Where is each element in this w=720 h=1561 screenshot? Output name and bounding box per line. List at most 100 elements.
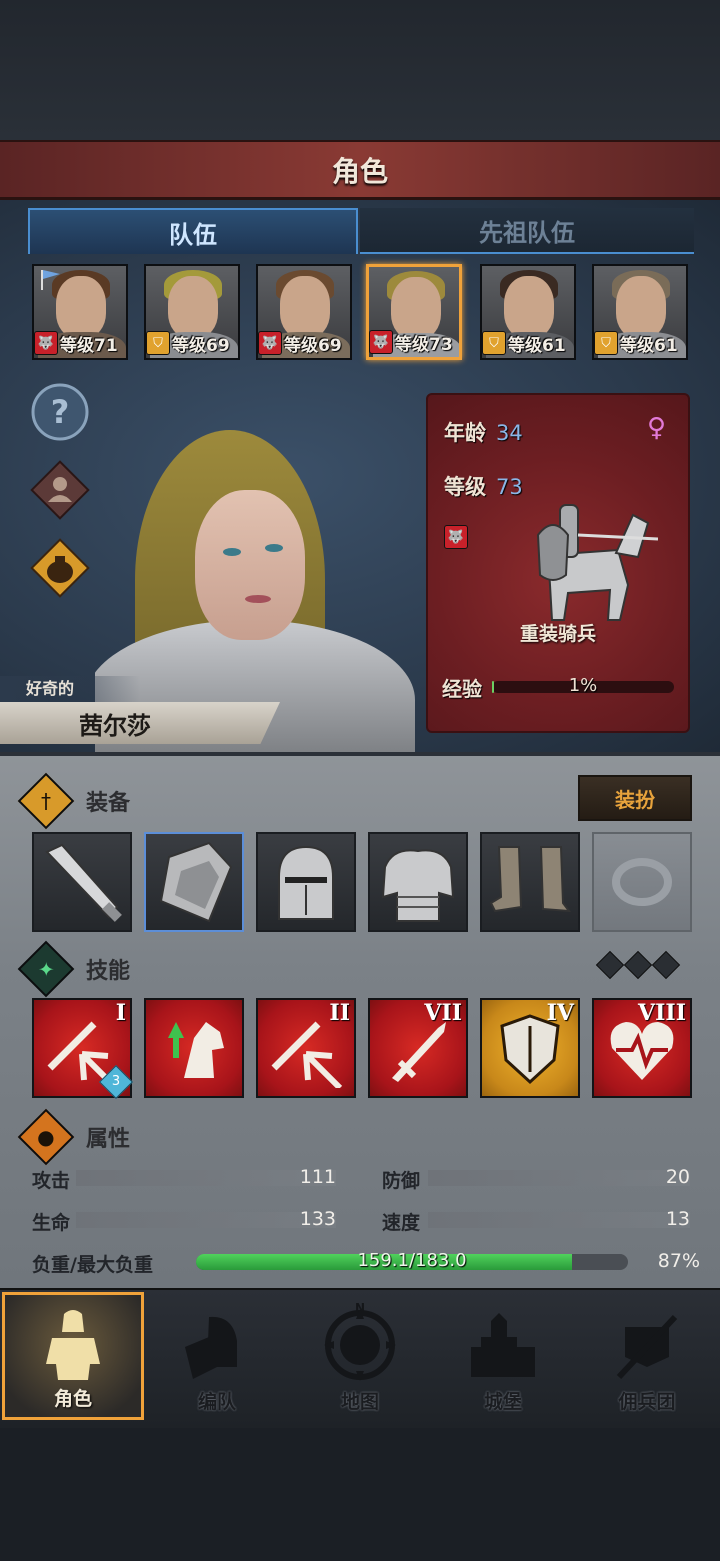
- help-button[interactable]: ?: [30, 382, 90, 442]
- skill-point-diamond: [651, 950, 681, 980]
- character-name: 茜尔莎: [79, 711, 151, 740]
- skill-slot-4[interactable]: VII: [368, 998, 468, 1098]
- dress-up-button[interactable]: 装扮: [578, 775, 692, 821]
- appearance-button[interactable]: [30, 460, 90, 520]
- person-diamond-icon: [30, 460, 90, 520]
- title-banner: 角色: [0, 140, 720, 200]
- equipment-slot-helmet[interactable]: [256, 832, 356, 932]
- age-value: 34: [496, 421, 523, 445]
- bottom-blank-area: [0, 1428, 720, 1561]
- banner-sword-icon: [616, 1314, 678, 1380]
- skills-header: ✦ 技能: [17, 940, 384, 998]
- load-value: 159.1/183.0: [357, 1250, 467, 1271]
- nav-castle[interactable]: 城堡: [432, 1292, 574, 1420]
- equipment-title: 装备: [86, 791, 131, 816]
- unit-type-label: 重装骑兵: [519, 623, 596, 645]
- equipment-slot-ring[interactable]: [592, 832, 692, 932]
- skill-sub-badge: 3: [99, 1065, 133, 1099]
- heavy-cavalry-icon: [536, 504, 658, 621]
- skill-slot-2[interactable]: [144, 998, 244, 1098]
- skill-slot-6[interactable]: VIII: [592, 998, 692, 1098]
- defense-label: 防御: [382, 1170, 421, 1192]
- speed-value: 13: [665, 1208, 690, 1230]
- level-text: 等级73: [395, 334, 453, 355]
- compass-map-icon: [324, 1309, 396, 1381]
- character-info-card: 年龄 34 ♀ 等级 73 🐺 重装骑兵 经验 1%: [426, 393, 690, 733]
- skill-point-diamond: [595, 950, 625, 980]
- horse-up-icon: [168, 1022, 224, 1078]
- nav-label: 城堡: [483, 1391, 522, 1413]
- helmet-shield-icon: [185, 1316, 237, 1379]
- level-text: 等级61: [508, 335, 566, 356]
- skill-rank: IV: [546, 1000, 574, 1026]
- skill-slot-3[interactable]: II: [256, 998, 356, 1098]
- shield-badge-icon: ⛉: [594, 331, 618, 355]
- party-member-5[interactable]: ⛉ 等级61: [480, 264, 576, 360]
- exp-label: 经验: [442, 677, 482, 701]
- dagger-icon: †: [17, 772, 75, 830]
- compass-n: N: [355, 1301, 366, 1315]
- nav-mercenary[interactable]: 佣兵团: [576, 1292, 718, 1420]
- skill-sub-count: 3: [111, 1074, 121, 1089]
- load-label: 负重/最大负重: [32, 1254, 153, 1276]
- flag-icon: [41, 270, 60, 290]
- nav-label: 角色: [53, 1388, 92, 1410]
- inventory-button[interactable]: [30, 538, 90, 598]
- attributes-header: ● 属性: [17, 1108, 384, 1166]
- equipment-slot-boots[interactable]: [480, 832, 580, 932]
- exp-value: 1%: [568, 675, 598, 696]
- skill-points-indicator: [595, 950, 681, 980]
- level-text: 等级71: [60, 335, 118, 356]
- age-label: 年龄: [444, 421, 486, 445]
- hp-label: 生命: [32, 1212, 71, 1234]
- star-icon: ✦: [17, 940, 75, 998]
- tab-ancestor-team[interactable]: 先祖队伍: [360, 208, 694, 254]
- defense-value: 20: [665, 1166, 690, 1188]
- plate-armor-icon: [381, 849, 455, 922]
- speed-label: 速度: [382, 1212, 421, 1234]
- shield-badge-icon: ⛉: [146, 331, 170, 355]
- skill-rank: I: [115, 1000, 126, 1026]
- nav-formation[interactable]: 编队: [146, 1292, 288, 1420]
- party-member-3[interactable]: 🐺 等级69: [256, 264, 352, 360]
- boots-icon: [489, 846, 572, 913]
- party-member-4[interactable]: 🐺 等级73: [366, 264, 462, 360]
- attack-label: 攻击: [32, 1170, 71, 1192]
- attack-value: 111: [299, 1166, 336, 1188]
- skill-slot-5[interactable]: IV: [480, 998, 580, 1098]
- level-text: 等级61: [620, 335, 678, 356]
- level-label: 等级: [444, 475, 486, 499]
- level-text: 等级69: [284, 335, 342, 356]
- equipment-slot-shield[interactable]: [144, 832, 244, 932]
- shield-badge-icon: ⛉: [482, 331, 506, 355]
- nav-character[interactable]: 角色: [2, 1292, 144, 1420]
- skill-rank: II: [329, 1000, 350, 1026]
- party-member-2[interactable]: ⛉ 等级69: [144, 264, 240, 360]
- nav-map[interactable]: N 地图: [289, 1292, 431, 1420]
- top-blank-area: [0, 0, 720, 140]
- female-icon: ♀: [646, 413, 666, 443]
- ring-icon: [612, 858, 672, 906]
- hp-value: 133: [299, 1208, 336, 1230]
- attributes-title: 属性: [86, 1127, 131, 1152]
- skill-rank: VII: [424, 1000, 462, 1026]
- equipment-slot-weapon[interactable]: [32, 832, 132, 932]
- level-text: 等级69: [172, 335, 230, 356]
- page-title: 角色: [331, 154, 388, 188]
- party-member-1[interactable]: 🐺 等级71: [32, 264, 128, 360]
- wolf-badge-icon: 🐺: [34, 331, 58, 355]
- wolf-badge-icon: 🐺: [444, 525, 468, 549]
- skill-rank: VIII: [638, 1000, 686, 1026]
- nav-label: 编队: [197, 1391, 236, 1413]
- tab-team[interactable]: 队伍: [28, 208, 358, 254]
- wolf-badge-icon: 🐺: [258, 331, 282, 355]
- castle-icon: [471, 1313, 535, 1377]
- lance-icon: [45, 843, 122, 922]
- age-row: 年龄 34: [444, 417, 523, 447]
- shield-icon: [159, 841, 233, 923]
- skill-slot-1[interactable]: I 3: [32, 998, 133, 1099]
- wolf-badge-icon: 🐺: [369, 330, 393, 354]
- party-member-6[interactable]: ⛉ 等级61: [592, 264, 688, 360]
- character-name-plate[interactable]: 茜尔莎: [0, 702, 280, 744]
- equipment-slot-armor[interactable]: [368, 832, 468, 932]
